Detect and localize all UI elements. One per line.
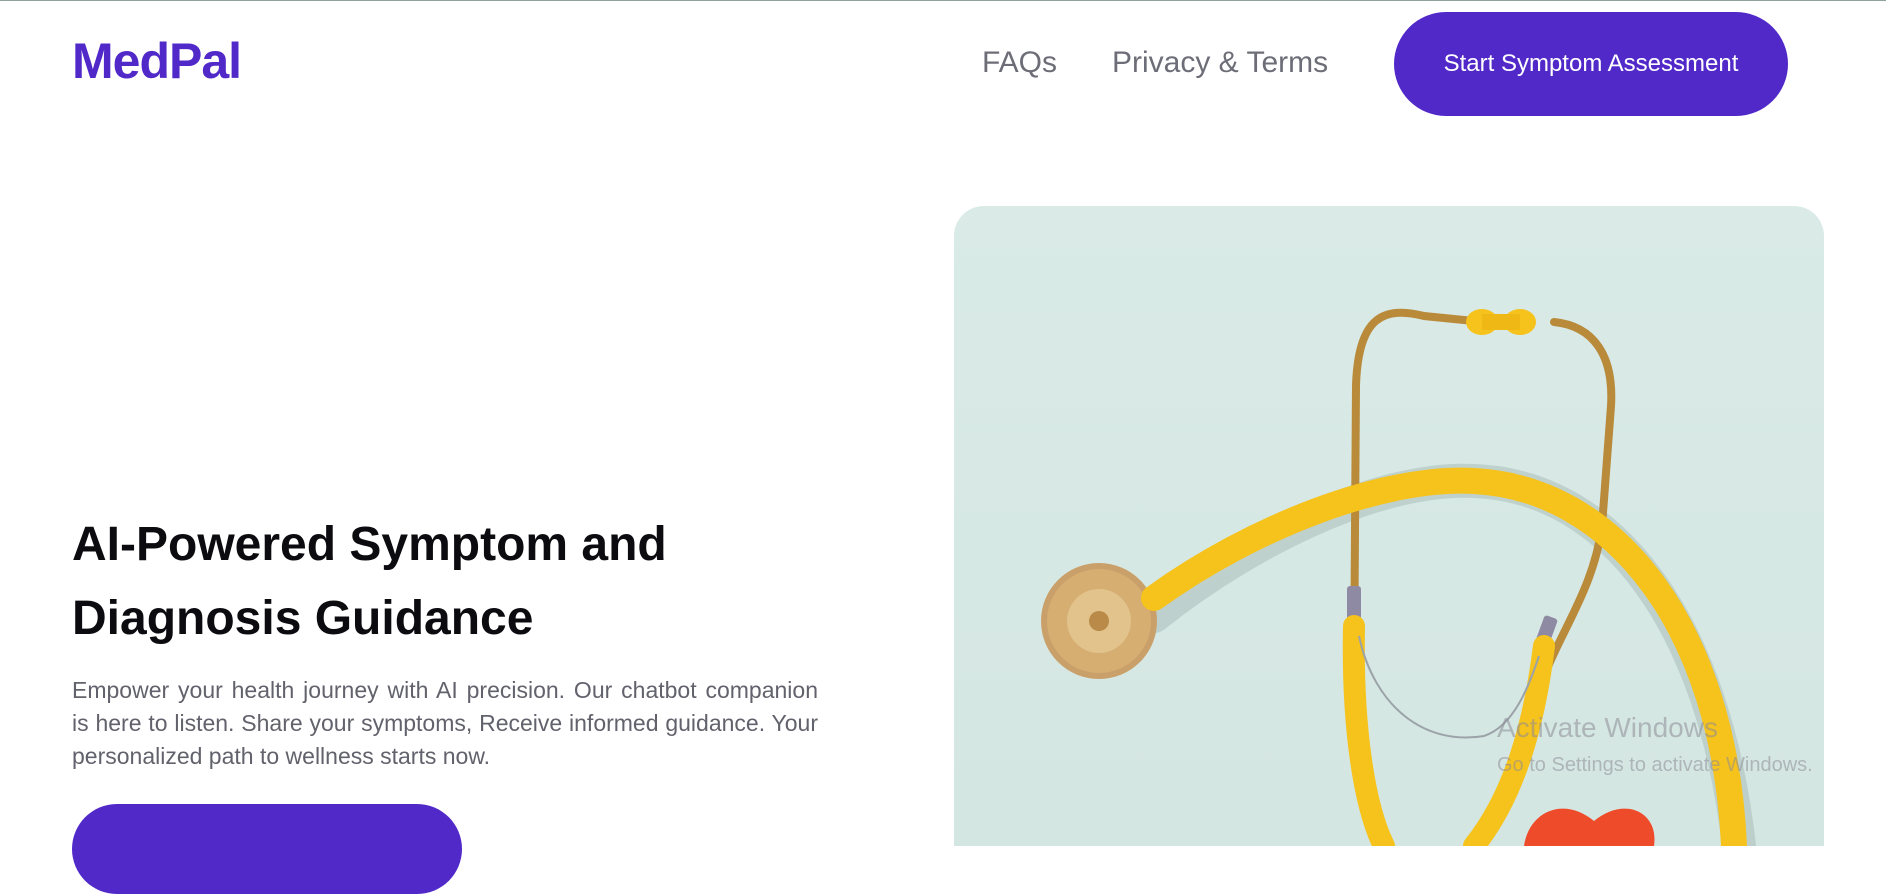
nav-link-privacy-terms[interactable]: Privacy & Terms xyxy=(1112,46,1328,80)
windows-watermark-subtitle: Go to Settings to activate Windows. xyxy=(1497,754,1813,776)
heart-shape xyxy=(1524,808,1655,846)
hero-description: Empower your health journey with AI prec… xyxy=(72,677,818,769)
top-divider xyxy=(0,0,1886,1)
nav-link-faqs[interactable]: FAQs xyxy=(982,46,1057,80)
brand-logo[interactable]: MedPal xyxy=(72,32,242,90)
yellow-tube xyxy=(1141,467,1747,846)
hero-title-line-2: Diagnosis Guidance xyxy=(72,592,534,645)
hero-cta-button[interactable] xyxy=(72,804,462,894)
start-assessment-button[interactable]: Start Symptom Assessment xyxy=(1394,12,1788,116)
stethoscope-image xyxy=(954,206,1824,846)
hero-title: AI-Powered Symptom and Diagnosis Guidanc… xyxy=(72,508,792,656)
hero-title-line-1: AI-Powered Symptom and xyxy=(72,518,667,571)
stethoscope-illustration xyxy=(1041,308,1756,846)
windows-watermark-title: Activate Windows xyxy=(1497,712,1718,743)
